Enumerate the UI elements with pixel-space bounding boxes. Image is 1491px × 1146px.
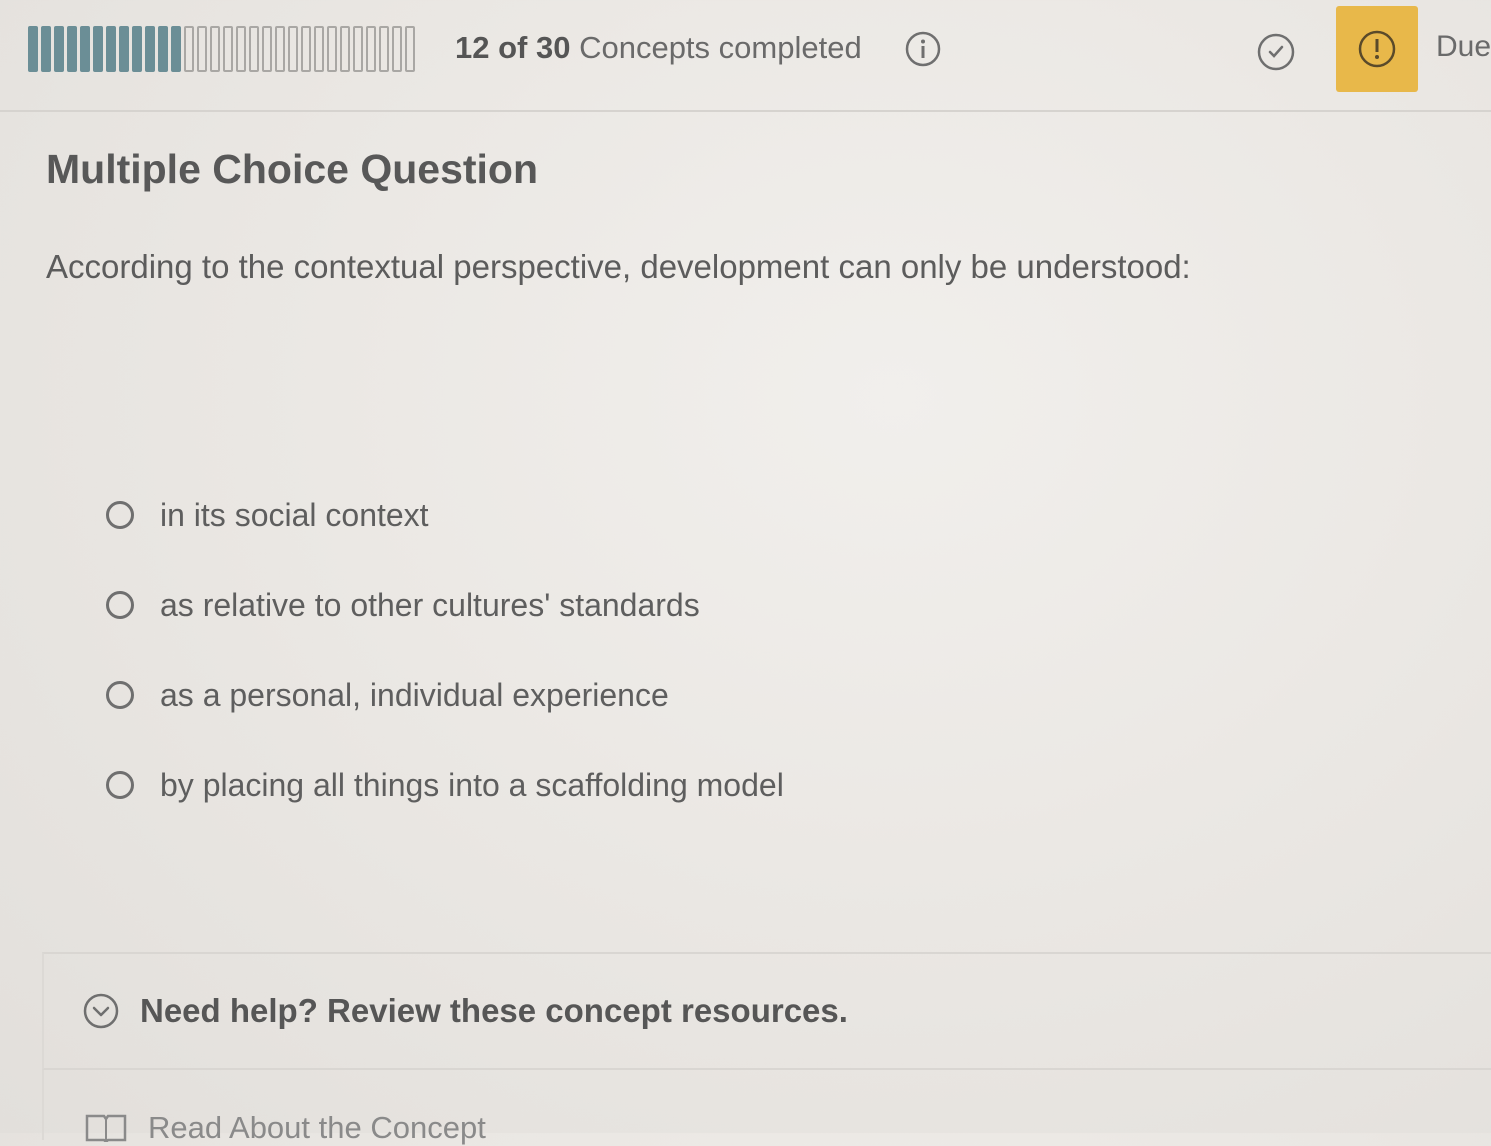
progress-segment-complete — [158, 26, 168, 72]
progress-segment-incomplete — [405, 26, 415, 72]
progress-segment-complete — [67, 26, 77, 72]
progress-segment-incomplete — [262, 26, 272, 72]
check-circle-icon[interactable] — [1256, 32, 1296, 72]
progress-segment-incomplete — [379, 26, 389, 72]
radio-button[interactable] — [106, 771, 134, 799]
progress-suffix: Concepts completed — [579, 30, 862, 65]
help-panel-title[interactable]: Need help? Review these concept resource… — [140, 992, 848, 1030]
progress-segment-complete — [80, 26, 90, 72]
answer-option[interactable]: by placing all things into a scaffolding… — [106, 740, 784, 830]
info-icon[interactable] — [904, 30, 942, 68]
help-resources-panel[interactable]: Need help? Review these concept resource… — [42, 952, 1491, 1070]
progress-segment-incomplete — [249, 26, 259, 72]
progress-segment-complete — [171, 26, 181, 72]
alert-icon — [1358, 30, 1396, 68]
progress-segment-incomplete — [197, 26, 207, 72]
answer-option-label[interactable]: as relative to other cultures' standards — [160, 587, 700, 624]
progress-segment-incomplete — [275, 26, 285, 72]
progress-segment-incomplete — [301, 26, 311, 72]
answer-option-label[interactable]: in its social context — [160, 497, 429, 534]
answer-options: in its social context as relative to oth… — [106, 470, 784, 830]
answer-option[interactable]: as a personal, individual experience — [106, 650, 784, 740]
progress-segment-complete — [106, 26, 116, 72]
progress-segment-incomplete — [327, 26, 337, 72]
radio-button[interactable] — [106, 591, 134, 619]
progress-segment-incomplete — [210, 26, 220, 72]
progress-segment-complete — [93, 26, 103, 72]
progress-segment-complete — [145, 26, 155, 72]
progress-segment-incomplete — [340, 26, 350, 72]
progress-segment-complete — [119, 26, 129, 72]
radio-button[interactable] — [106, 501, 134, 529]
progress-text: 12 of 30 Concepts completed — [455, 30, 862, 66]
answer-option[interactable]: as relative to other cultures' standards — [106, 560, 784, 650]
due-date-label: Due — [1436, 30, 1491, 63]
answer-option-label[interactable]: by placing all things into a scaffolding… — [160, 767, 784, 804]
progress-count: 12 of 30 — [455, 30, 571, 65]
progress-segment-complete — [132, 26, 142, 72]
progress-segment-complete — [54, 26, 64, 72]
resource-item[interactable]: Read About the Concept — [42, 1070, 1491, 1145]
read-about-concept-link[interactable]: Read About the Concept — [148, 1110, 486, 1146]
progress-segment-incomplete — [236, 26, 246, 72]
radio-button[interactable] — [106, 681, 134, 709]
progress-segment-incomplete — [366, 26, 376, 72]
book-icon — [85, 1114, 127, 1142]
progress-segment-complete — [28, 26, 38, 72]
progress-segment-incomplete — [288, 26, 298, 72]
top-bar: 12 of 30 Concepts completed Due — [0, 0, 1491, 112]
answer-option-label[interactable]: as a personal, individual experience — [160, 677, 669, 714]
progress-segment-complete — [41, 26, 51, 72]
progress-segment-incomplete — [392, 26, 402, 72]
flag-button[interactable] — [1336, 6, 1418, 92]
answer-option[interactable]: in its social context — [106, 470, 784, 560]
chevron-down-circle-icon[interactable] — [82, 992, 120, 1030]
progress-segment-incomplete — [314, 26, 324, 72]
progress-segment-incomplete — [353, 26, 363, 72]
question-type-heading: Multiple Choice Question — [46, 146, 539, 192]
concept-progress-bar — [28, 26, 415, 72]
progress-segment-incomplete — [184, 26, 194, 72]
question-prompt: According to the contextual perspective,… — [46, 248, 1191, 285]
progress-segment-incomplete — [223, 26, 233, 72]
